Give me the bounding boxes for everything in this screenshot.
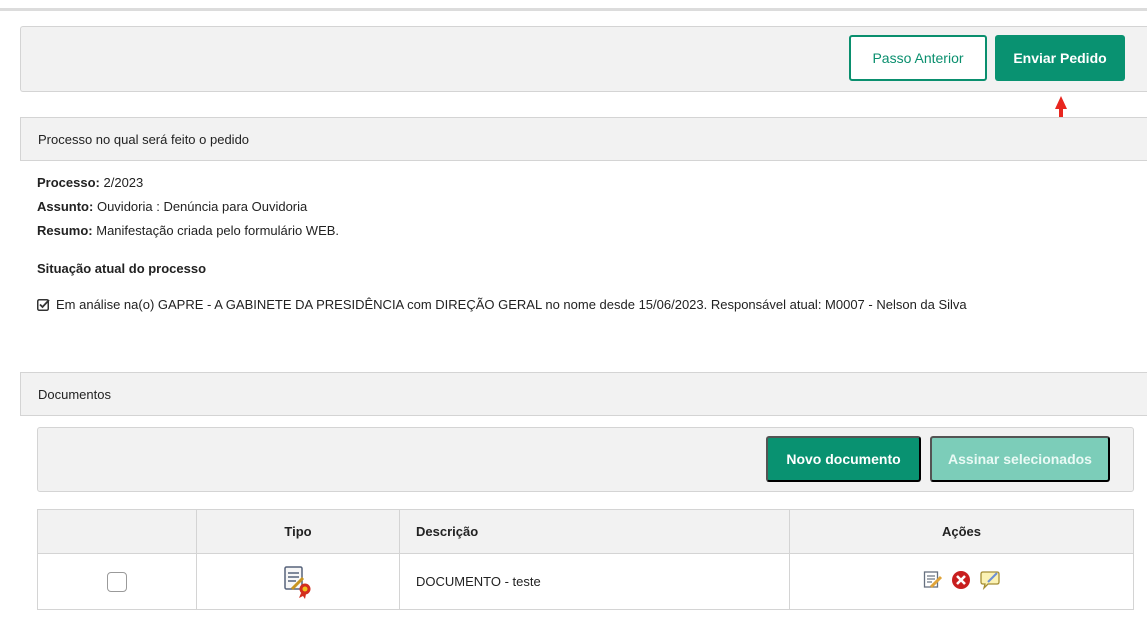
previous-step-button[interactable]: Passo Anterior: [849, 35, 987, 81]
summary-line: Resumo: Manifestação criada pelo formulá…: [37, 223, 339, 238]
table-row: DOCUMENTO - teste: [37, 553, 1134, 610]
row-actions-cell: [789, 553, 1134, 610]
table-header-row: Tipo Descrição Ações: [37, 509, 1134, 554]
process-section-title: Processo no qual será feito o pedido: [38, 131, 250, 147]
signed-document-icon[interactable]: [283, 565, 313, 599]
checked-square-icon: [37, 299, 50, 311]
delete-icon[interactable]: [951, 570, 971, 590]
process-value: 2/2023: [103, 175, 144, 190]
process-section-header: Processo no qual será feito o pedido: [20, 117, 1147, 161]
column-header-description: Descrição: [399, 509, 790, 554]
process-label: Processo:: [37, 175, 100, 190]
row-description-cell: DOCUMENTO - teste: [399, 553, 790, 610]
row-select-checkbox[interactable]: [107, 571, 127, 592]
column-header-type: Tipo: [196, 509, 400, 554]
row-actions: [923, 570, 1001, 590]
summary-label: Resumo:: [37, 223, 93, 238]
documents-section-title: Documentos: [38, 386, 111, 402]
subject-value: Ouvidoria : Denúncia para Ouvidoria: [96, 199, 308, 214]
send-request-button[interactable]: Enviar Pedido: [995, 35, 1125, 81]
documents-table: Tipo Descrição Ações DOCUMENTO - teste: [37, 509, 1134, 610]
sign-selected-button[interactable]: Assinar selecionados: [930, 436, 1110, 482]
comment-icon[interactable]: [979, 570, 1001, 590]
process-status-title: Situação atual do processo: [37, 261, 207, 276]
top-divider: [0, 8, 1147, 11]
column-header-select: [37, 509, 197, 554]
subject-line: Assunto: Ouvidoria : Denúncia para Ouvid…: [37, 199, 307, 214]
summary-value: Manifestação criada pelo formulário WEB.: [96, 223, 340, 238]
row-type-cell: [196, 553, 400, 610]
row-select-cell: [37, 553, 197, 610]
edit-icon[interactable]: [923, 570, 943, 590]
new-document-button[interactable]: Novo documento: [766, 436, 921, 482]
process-number-line: Processo: 2/2023: [37, 175, 143, 190]
column-header-actions: Ações: [789, 509, 1134, 554]
documents-section-header: Documentos: [20, 372, 1147, 416]
subject-label: Assunto:: [37, 199, 94, 214]
process-status-text: Em análise na(o) GAPRE - A GABINETE DA P…: [56, 297, 967, 312]
process-status-line: Em análise na(o) GAPRE - A GABINETE DA P…: [37, 297, 967, 312]
